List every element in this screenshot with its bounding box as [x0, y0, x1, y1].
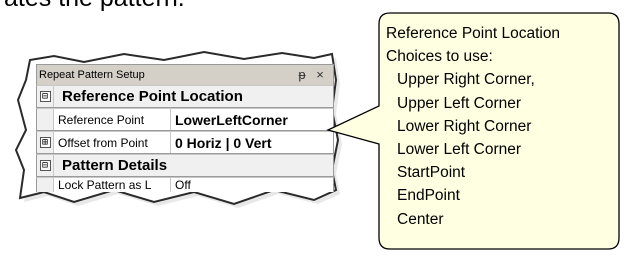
property-panel: Repeat Pattern Setup ᵽ × ⊟ Reference Poi… [36, 64, 334, 192]
collapse-icon[interactable]: ⊟ [39, 91, 51, 102]
collapse-icon[interactable]: ⊟ [39, 160, 51, 171]
property-value[interactable]: LowerLeftCorner [171, 109, 333, 130]
header-text: ates the pattern. [4, 0, 185, 13]
property-label: Lock Pattern as L [54, 178, 171, 192]
callout-line: Lower Left Corner [397, 141, 522, 159]
category-label: Reference Point Location [62, 88, 243, 105]
callout-line: Upper Left Corner [397, 94, 522, 112]
callout-line: EndPoint [397, 187, 460, 205]
property-value[interactable]: 0 Horiz | 0 Vert [171, 132, 333, 153]
panel-titlebar: Repeat Pattern Setup ᵽ × [36, 64, 334, 85]
property-label: Offset from Point [54, 132, 171, 153]
property-row-lock-pattern[interactable]: Lock Pattern as L Off [36, 177, 334, 192]
callout-line: Reference Point Location [386, 25, 561, 42]
callout-line: Upper Right Corner, [397, 71, 535, 89]
row-gutter: ⊟ [37, 86, 54, 107]
property-row-reference-point[interactable]: Reference Point LowerLeftCorner [36, 108, 334, 131]
callout-line: Choices to use: [386, 48, 493, 66]
category-pattern-details[interactable]: ⊟ Pattern Details [36, 154, 334, 177]
property-label: Reference Point [54, 109, 171, 130]
panel-title: Repeat Pattern Setup [39, 69, 145, 81]
row-gutter: ⊟ [37, 155, 54, 176]
property-row-offset-from-point[interactable]: ⊞ Offset from Point 0 Horiz | 0 Vert [36, 131, 334, 154]
screenshot-fragment: Repeat Pattern Setup ᵽ × ⊟ Reference Poi… [14, 40, 344, 208]
row-gutter [37, 109, 54, 130]
property-value[interactable]: Off [171, 178, 333, 192]
callout-text: Reference Point Location Choices to use:… [386, 22, 560, 231]
callout-tooltip: Reference Point Location Choices to use:… [326, 12, 620, 250]
callout-line: StartPoint [397, 164, 466, 182]
row-gutter: ⊞ [37, 132, 54, 153]
category-label: Pattern Details [62, 157, 168, 174]
row-gutter [37, 178, 54, 192]
expand-icon[interactable]: ⊞ [39, 137, 51, 148]
category-reference-point-location[interactable]: ⊟ Reference Point Location [36, 85, 334, 108]
callout-line: Center [397, 210, 444, 228]
pin-icon[interactable]: ᵽ [295, 67, 309, 82]
callout-line: Lower Right Corner [397, 117, 532, 135]
